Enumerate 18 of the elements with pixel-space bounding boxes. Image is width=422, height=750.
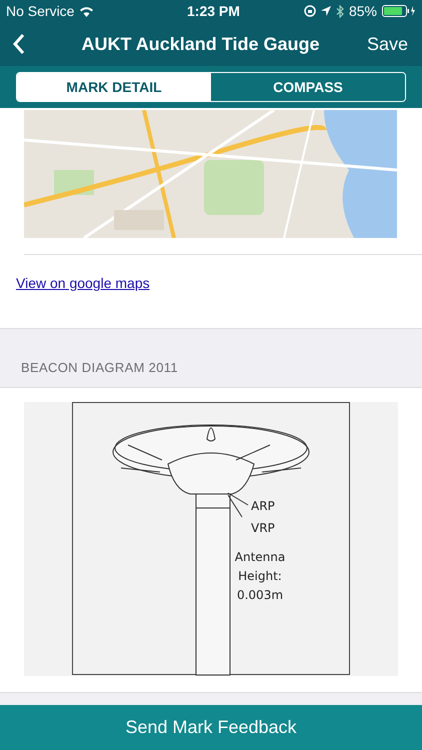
save-button[interactable]: Save bbox=[366, 30, 410, 58]
battery-text: 85% bbox=[348, 2, 377, 20]
bluetooth-icon bbox=[336, 4, 344, 18]
lock-rotation-icon bbox=[304, 5, 316, 17]
antenna-height-label: Antenna Height: 0.003m bbox=[234, 549, 286, 604]
time-text: 1:23 PM bbox=[187, 2, 240, 20]
diagram-label: ARP bbox=[251, 498, 275, 515]
send-feedback-button[interactable]: Send Mark Feedback bbox=[0, 705, 422, 750]
battery-icon bbox=[382, 5, 416, 17]
diagram-label: VRP bbox=[251, 520, 275, 537]
section-header: BEACON DIAGRAM 2011 bbox=[21, 358, 178, 376]
back-icon[interactable] bbox=[12, 33, 26, 55]
map-link[interactable]: View on google maps bbox=[16, 275, 150, 291]
carrier-text: No Service bbox=[6, 2, 74, 20]
wifi-icon bbox=[79, 6, 94, 16]
segment-tab[interactable]: MARK DETAIL bbox=[17, 73, 211, 101]
nav-title: AUKT Auckland Tide Gauge bbox=[80, 32, 320, 56]
location-arrow-icon bbox=[320, 6, 331, 16]
